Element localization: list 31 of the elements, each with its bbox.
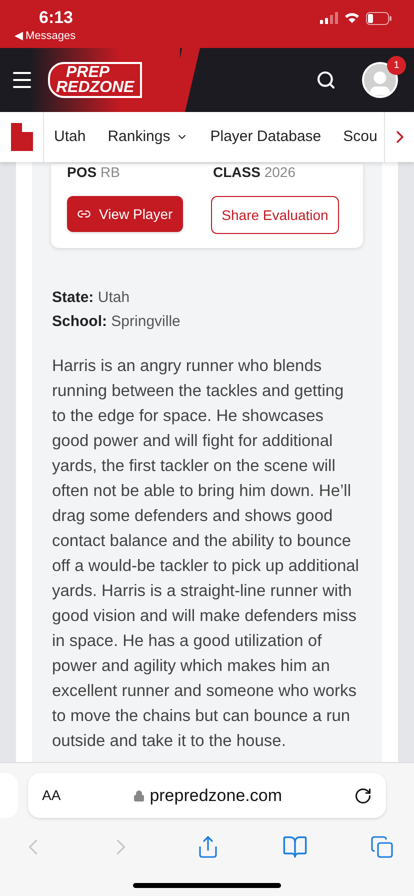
tabs-icon[interactable] — [370, 835, 394, 859]
evaluation-text: Harris is an angry runner who blends running between the tackles and getting to the edge for space. He showcases good power and will fight for additional yards, the first tackler on the scene will often not be able to bring him down. He’ll drag some defenders and shows good contact balance and the ability to bounce off a would-be tackler to pick up additional yards. Harris is a straight-line runner with good vision and will make defenders miss in space. He has a good utilization of power and agility which makes him an excellent runner and someone who works to move the chains but can bounce a run outside and take it to the house. — [52, 356, 360, 752]
back-to-app-link[interactable]: ◀ Messages — [14, 28, 76, 44]
address-bar[interactable]: AA prepredzone.com — [28, 773, 386, 818]
player-field: POS RB — [67, 164, 213, 180]
logo-text: REDZONE — [56, 80, 134, 95]
clock-time: 6:13 — [38, 8, 74, 28]
share-evaluation-button[interactable]: Share Evaluation — [210, 196, 340, 234]
info-line: State: Utah — [52, 288, 131, 308]
text-size-button[interactable]: AA — [42, 785, 61, 806]
search-icon[interactable] — [316, 70, 336, 90]
avatar[interactable] — [362, 62, 398, 98]
site-logo[interactable]: PREP REDZONE — [48, 62, 142, 98]
view-player-button[interactable]: View Player — [67, 196, 183, 232]
nav-link[interactable]: Player Database — [210, 126, 322, 148]
state-map-icon — [10, 123, 32, 151]
nav-link[interactable]: Utah — [54, 126, 86, 148]
logo-text: PREP — [66, 65, 110, 80]
signal-icon — [320, 12, 338, 24]
info-line: School: Springville — [52, 312, 182, 332]
url-text: prepredzone.com — [150, 784, 282, 807]
share-icon[interactable] — [196, 835, 220, 859]
nav-link[interactable]: Scou — [343, 126, 378, 148]
battery-icon — [366, 12, 392, 24]
bookmarks-icon[interactable] — [282, 834, 308, 860]
nav-link[interactable]: Rankings — [108, 126, 188, 148]
reload-icon[interactable] — [354, 786, 372, 804]
notification-badge: 1 — [387, 56, 406, 75]
player-field: CLASS 2026 — [213, 164, 359, 180]
wifi-icon — [344, 12, 360, 24]
lock-icon — [132, 790, 145, 802]
